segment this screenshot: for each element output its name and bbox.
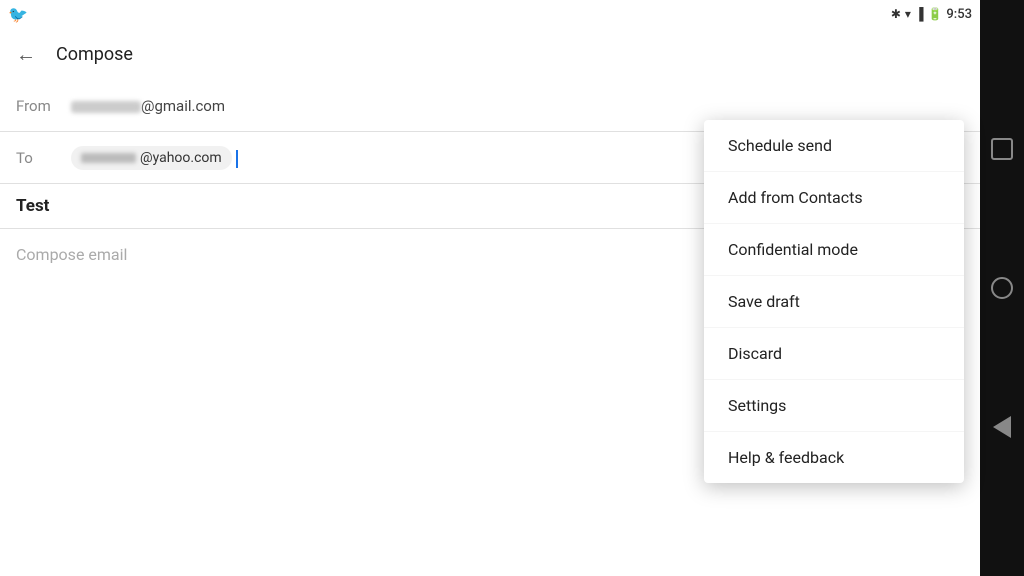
from-email-suffix: @gmail.com	[141, 97, 225, 115]
to-email-blurred	[81, 153, 136, 163]
triangle-icon	[993, 416, 1011, 438]
status-bar-left: 🐦	[8, 5, 28, 24]
bluetooth-icon: ✱	[891, 7, 901, 21]
to-label: To	[16, 149, 71, 167]
menu-item-settings[interactable]: Settings	[704, 380, 964, 432]
compose-title: Compose	[56, 44, 133, 65]
subject-text: Test	[16, 196, 49, 216]
from-value: @gmail.com	[71, 97, 964, 115]
from-label: From	[16, 97, 71, 115]
time-display: 9:53	[946, 7, 972, 22]
menu-item-discard[interactable]: Discard	[704, 328, 964, 380]
body-placeholder: Compose email	[16, 245, 127, 264]
back-button[interactable]: ←	[16, 42, 36, 67]
wifi-icon: ▾	[905, 7, 911, 21]
context-menu: Schedule send Add from Contacts Confiden…	[704, 120, 964, 483]
text-cursor	[236, 150, 238, 168]
to-chip[interactable]: @yahoo.com	[71, 146, 232, 170]
menu-item-help-feedback[interactable]: Help & feedback	[704, 432, 964, 483]
square-icon	[991, 138, 1013, 160]
side-nav	[980, 0, 1024, 576]
top-bar: ← Compose	[0, 28, 980, 80]
to-email-suffix: @yahoo.com	[140, 150, 222, 166]
circle-icon	[991, 277, 1013, 299]
back-nav-button[interactable]	[988, 413, 1016, 441]
phone-screen: 🐦 ✱ ▾ ▐ 🔋 9:53 ← Compose From @gmail.com	[0, 0, 980, 576]
twitter-icon: 🐦	[8, 5, 28, 24]
from-email-blurred	[71, 101, 141, 113]
status-bar-right: ✱ ▾ ▐ 🔋 9:53	[891, 7, 972, 22]
menu-item-save-draft[interactable]: Save draft	[704, 276, 964, 328]
menu-item-confidential-mode[interactable]: Confidential mode	[704, 224, 964, 276]
square-nav-button[interactable]	[988, 135, 1016, 163]
menu-item-schedule-send[interactable]: Schedule send	[704, 120, 964, 172]
status-bar: 🐦 ✱ ▾ ▐ 🔋 9:53	[0, 0, 980, 28]
menu-item-add-contacts[interactable]: Add from Contacts	[704, 172, 964, 224]
signal-icon: ▐	[915, 7, 924, 21]
battery-icon: 🔋	[927, 7, 942, 21]
compose-area: From @gmail.com To @yahoo.com Test Compo…	[0, 80, 980, 576]
circle-nav-button[interactable]	[988, 274, 1016, 302]
